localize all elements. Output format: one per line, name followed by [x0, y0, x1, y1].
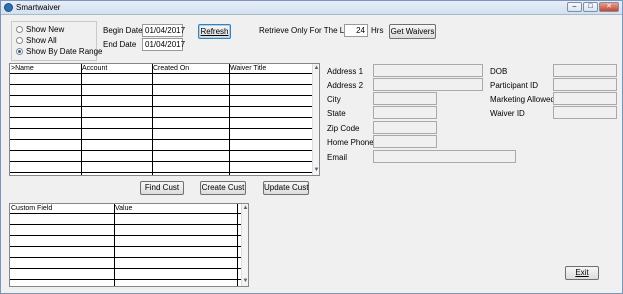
minimize-button[interactable]: –: [567, 2, 582, 12]
radio-label: Show New: [26, 25, 65, 34]
end-date-field[interactable]: 01/04/2017: [142, 38, 185, 51]
update-cust-button[interactable]: Update Cust: [263, 181, 309, 195]
radio-label: Show All: [26, 36, 57, 45]
close-button[interactable]: ✕: [599, 2, 619, 12]
waivers-table-header: >Name Account Created On Waiver Title: [10, 64, 312, 73]
radio-indicator[interactable]: [16, 26, 23, 33]
begin-date-label: Begin Date: [103, 26, 143, 35]
custom-fields-header: Custom Field Value: [10, 204, 241, 213]
retrieve-hours-field[interactable]: 24: [344, 24, 368, 37]
window-title: Smartwaiver: [16, 3, 61, 12]
participant-id-label: Participant ID: [490, 81, 539, 90]
table-row: [10, 139, 312, 140]
radio-label: Show By Date Range: [26, 47, 103, 56]
email-label: Email: [327, 153, 348, 162]
hours-unit-label: Hrs: [371, 26, 384, 35]
table-row: [10, 235, 241, 236]
custom-fields-scrollbar[interactable]: ▲ ▼: [241, 204, 248, 286]
maximize-button[interactable]: □: [583, 2, 598, 12]
table-row: [10, 257, 241, 258]
table-row: [10, 246, 241, 247]
home-phone-field[interactable]: [373, 135, 437, 148]
table-row: [10, 95, 312, 96]
column-divider: [114, 204, 115, 286]
waiver-id-field[interactable]: [553, 106, 617, 119]
get-waivers-button[interactable]: Get Waivers: [389, 24, 436, 39]
dob-field[interactable]: [553, 64, 617, 77]
scroll-down-icon[interactable]: ▼: [242, 277, 248, 285]
table-row: [10, 268, 241, 269]
table-row: [10, 161, 312, 162]
participant-id-field[interactable]: [553, 78, 617, 91]
begin-date-field[interactable]: 01/04/2017: [142, 24, 185, 37]
waivers-table[interactable]: >Name Account Created On Waiver Title ▲ …: [9, 63, 320, 176]
column-header-name[interactable]: >Name: [11, 64, 34, 73]
address1-field[interactable]: [373, 64, 483, 77]
table-row: [10, 84, 312, 85]
zip-code-field[interactable]: [373, 121, 437, 134]
waivers-table-scrollbar[interactable]: ▲ ▼: [312, 64, 319, 175]
radio-indicator[interactable]: [16, 37, 23, 44]
radio-indicator-selected[interactable]: [16, 48, 23, 55]
table-row: [10, 213, 241, 214]
table-row: [10, 128, 312, 129]
marketing-allowed-field[interactable]: [553, 92, 617, 105]
dob-label: DOB: [490, 67, 508, 76]
address2-label: Address 2: [327, 81, 364, 90]
scroll-down-icon[interactable]: ▼: [313, 166, 319, 174]
home-phone-label: Home Phone: [327, 138, 374, 147]
table-row: [10, 117, 312, 118]
city-label: City: [327, 95, 341, 104]
column-header-value[interactable]: Value: [115, 204, 132, 213]
column-divider: [152, 64, 153, 175]
column-header-custom-field[interactable]: Custom Field: [11, 204, 52, 213]
column-header-waiver-title[interactable]: Waiver Title: [230, 64, 266, 73]
refresh-label: Refresh: [200, 27, 229, 36]
table-row: [10, 150, 312, 151]
column-header-created-on[interactable]: Created On: [153, 64, 189, 73]
column-divider: [229, 64, 230, 175]
address2-field[interactable]: [373, 78, 483, 91]
column-header-account[interactable]: Account: [82, 64, 107, 73]
end-date-label: End Date: [103, 40, 137, 49]
state-field[interactable]: [373, 106, 437, 119]
table-row: [10, 172, 312, 173]
column-divider: [237, 204, 238, 286]
email-field[interactable]: [373, 150, 516, 163]
state-label: State: [327, 109, 346, 118]
address1-label: Address 1: [327, 67, 364, 76]
waiver-id-label: Waiver ID: [490, 109, 525, 118]
filter-radio-group: Show New Show All Show By Date Range: [11, 21, 103, 61]
exit-button[interactable]: Exit: [565, 266, 599, 280]
table-row: [10, 106, 312, 107]
retrieve-label: Retrieve Only For The Last: [259, 26, 355, 35]
create-cust-button[interactable]: Create Cust: [200, 181, 246, 195]
table-row: [10, 224, 241, 225]
exit-label: Exit: [575, 268, 589, 277]
find-cust-button[interactable]: Find Cust: [140, 181, 184, 195]
custom-fields-table[interactable]: Custom Field Value ▲ ▼: [9, 203, 249, 287]
scroll-up-icon[interactable]: ▲: [242, 204, 248, 212]
app-icon: [4, 3, 13, 12]
table-row: [10, 73, 312, 74]
app-window: Smartwaiver – □ ✕ Show New Show All Show…: [0, 0, 623, 294]
column-divider: [81, 64, 82, 175]
table-row: [10, 279, 241, 280]
title-bar[interactable]: Smartwaiver – □ ✕: [1, 1, 622, 15]
refresh-button[interactable]: Refresh: [198, 24, 231, 39]
scroll-up-icon[interactable]: ▲: [313, 64, 319, 72]
zip-code-label: Zip Code: [327, 124, 360, 133]
city-field[interactable]: [373, 92, 437, 105]
marketing-allowed-label: Marketing Allowed: [490, 95, 555, 104]
